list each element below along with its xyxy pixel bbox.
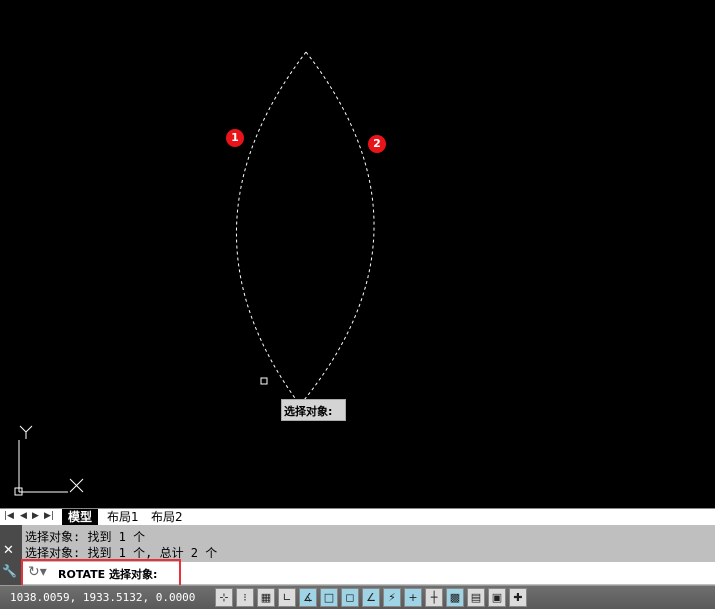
right-arc bbox=[299, 51, 375, 406]
3d-osnap-toggle[interactable]: ◻ bbox=[341, 588, 359, 607]
marker-2: 2 bbox=[368, 135, 386, 153]
tab-model[interactable]: 模型 bbox=[62, 509, 99, 525]
drawing bbox=[14, 51, 375, 496]
grip bbox=[260, 377, 268, 385]
dyn-toggle[interactable]: + bbox=[404, 588, 422, 607]
osnap-toggle[interactable]: □ bbox=[320, 588, 338, 607]
coordinate-readout: 1038.0059, 1933.5132, 0.0000 bbox=[10, 591, 196, 604]
ucs-icon bbox=[14, 425, 84, 496]
left-arc bbox=[236, 51, 307, 406]
quick-properties-toggle[interactable]: ▤ bbox=[467, 588, 485, 607]
selection-cycling-toggle[interactable]: ▣ bbox=[488, 588, 506, 607]
polar-toggle[interactable]: ∡ bbox=[299, 588, 317, 607]
dynamic-input-tooltip: 选择对象: bbox=[281, 399, 346, 421]
first-tab-button[interactable]: |◀ bbox=[4, 511, 14, 521]
otrack-toggle[interactable]: ∠ bbox=[362, 588, 380, 607]
last-tab-button[interactable]: ▶| bbox=[44, 511, 54, 521]
status-bar: 1038.0059, 1933.5132, 0.0000 ⊹ ⁝ ▦ ∟ ∡ □ ◻ ∠ ⚡ + ┼… bbox=[0, 585, 715, 609]
snap-toggle[interactable]: ⁝ bbox=[236, 588, 254, 607]
transparency-toggle[interactable]: ▩ bbox=[446, 588, 464, 607]
layout-tabs: |◀ ◀ ▶ ▶| 模型 布局1 布局2 bbox=[0, 508, 715, 525]
tab-layout2[interactable]: 布局2 bbox=[145, 509, 189, 525]
close-icon[interactable]: ✕ bbox=[3, 543, 14, 558]
infer-constraints-toggle[interactable]: ⊹ bbox=[215, 588, 233, 607]
wrench-icon[interactable]: 🔧 bbox=[2, 564, 17, 578]
history-line: 选择对象: 找到 1 个 bbox=[25, 530, 146, 544]
next-tab-button[interactable]: ▶ bbox=[32, 511, 39, 521]
ducs-toggle[interactable]: ⚡ bbox=[383, 588, 401, 607]
ortho-toggle[interactable]: ∟ bbox=[278, 588, 296, 607]
annotation-monitor-toggle[interactable]: ✚ bbox=[509, 588, 527, 607]
tab-layout1[interactable]: 布局1 bbox=[101, 509, 145, 525]
prev-tab-button[interactable]: ◀ bbox=[20, 511, 27, 521]
grid-toggle[interactable]: ▦ bbox=[257, 588, 275, 607]
lineweight-toggle[interactable]: ┼ bbox=[425, 588, 443, 607]
drawing-canvas[interactable]: 1 2 选择对象: bbox=[0, 0, 715, 508]
marker-1: 1 bbox=[226, 129, 244, 147]
command-side-bar: ✕ 🔧 bbox=[0, 525, 22, 585]
